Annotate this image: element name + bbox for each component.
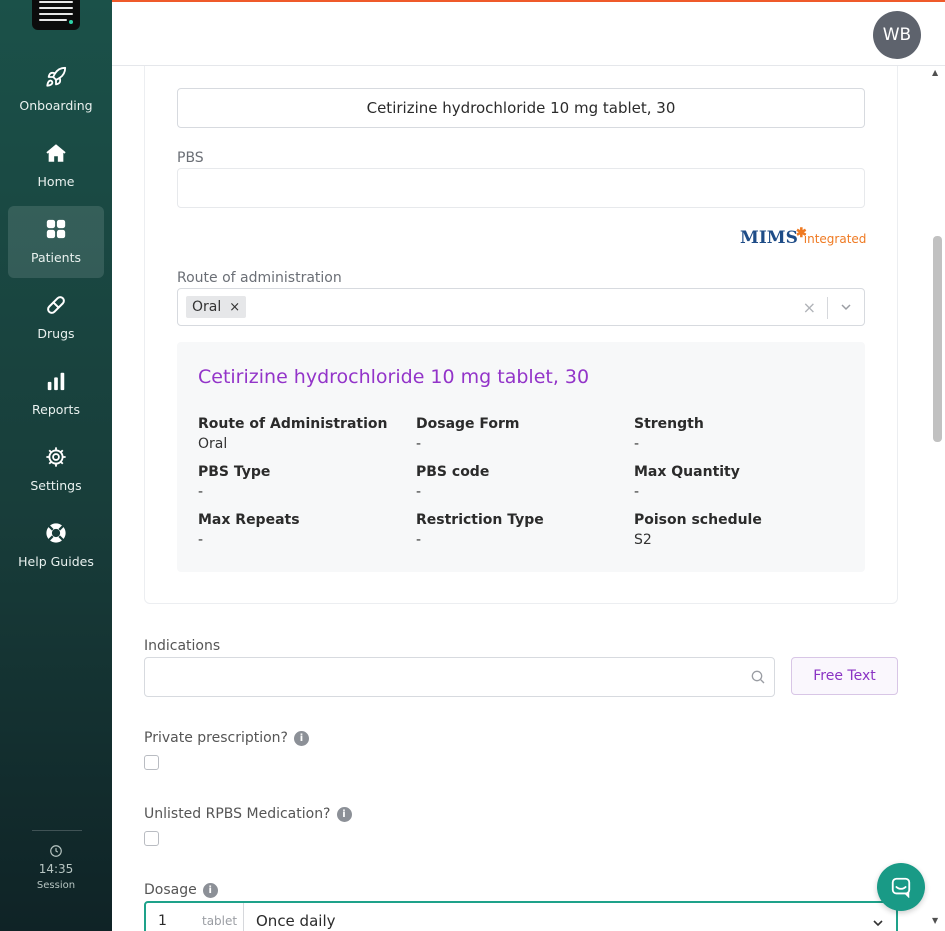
info-dosage-form: Dosage Form - (416, 416, 520, 452)
dosage-input-group: 1 tablet Once daily (144, 901, 898, 931)
private-prescription-checkbox[interactable] (144, 755, 159, 770)
chat-icon (891, 877, 911, 898)
tag-remove-icon[interactable]: × (229, 300, 240, 315)
clock-icon (0, 843, 112, 862)
info-icon[interactable]: i (202, 883, 218, 898)
mims-logo: MIMS✱integrated (740, 226, 867, 248)
sidebar: Onboarding Home Patients Drugs Reports S… (0, 0, 112, 931)
session-label: Session (36, 880, 76, 891)
info-restriction-type: Restriction Type - (416, 512, 544, 548)
scroll-down-icon[interactable]: ▼ (932, 916, 938, 925)
sidebar-item-drugs[interactable]: Drugs (8, 282, 104, 354)
dosage-unit: tablet (202, 914, 238, 928)
search-icon (751, 670, 765, 684)
dosage-quantity-input[interactable]: 1 (158, 913, 167, 929)
main-content: Cetirizine hydrochloride 10 mg tablet, 3… (112, 66, 933, 931)
select-divider (827, 297, 828, 319)
sidebar-item-label: Settings (30, 478, 82, 493)
sidebar-item-help-guides[interactable]: Help Guides (8, 510, 104, 582)
dosage-label: Dosage i (144, 882, 218, 898)
lifebuoy-icon (46, 523, 66, 543)
info-max-quantity: Max Quantity - (634, 464, 740, 500)
route-label: Route of administration (177, 270, 342, 286)
home-icon (46, 144, 66, 162)
info-pbs-code: PBS code - (416, 464, 490, 500)
chevron-down-icon[interactable] (838, 299, 854, 315)
dosage-frequency-select[interactable]: Once daily (256, 912, 335, 930)
drug-name-field[interactable]: Cetirizine hydrochloride 10 mg tablet, 3… (177, 88, 865, 128)
sidebar-item-settings[interactable]: Settings (8, 434, 104, 506)
clear-icon[interactable]: × (803, 298, 816, 317)
rocket-icon (46, 66, 67, 87)
info-title: Cetirizine hydrochloride 10 mg tablet, 3… (198, 366, 590, 388)
menu-icon[interactable] (32, 0, 80, 30)
sidebar-item-reports[interactable]: Reports (8, 358, 104, 430)
info-icon[interactable]: i (293, 731, 309, 746)
sidebar-item-label: Reports (32, 402, 80, 417)
route-select[interactable]: Oral × × (177, 288, 865, 326)
sidebar-item-onboarding[interactable]: Onboarding (8, 54, 104, 126)
info-poison-schedule: Poison schedule S2 (634, 512, 762, 548)
sidebar-item-label: Onboarding (19, 98, 93, 113)
route-tag: Oral × (186, 296, 247, 318)
chat-button[interactable] (877, 863, 925, 911)
scroll-up-icon[interactable]: ▲ (932, 68, 938, 77)
sidebar-item-label: Home (37, 174, 75, 189)
pbs-label: PBS (177, 150, 204, 166)
pbs-field[interactable] (177, 168, 865, 208)
unlisted-rpbs-checkbox[interactable] (144, 831, 159, 846)
sidebar-item-home[interactable]: Home (8, 130, 104, 202)
indications-input[interactable] (144, 657, 775, 697)
gear-icon (46, 447, 66, 467)
scrollbar-thumb[interactable] (933, 236, 942, 442)
info-icon[interactable]: i (336, 807, 352, 822)
chevron-down-icon[interactable] (870, 915, 886, 931)
info-pbs-type: PBS Type - (198, 464, 271, 500)
avatar[interactable]: WB (873, 11, 921, 59)
dosage-divider (243, 903, 244, 931)
info-strength: Strength - (634, 416, 704, 452)
private-prescription-label: Private prescription? i (144, 730, 309, 746)
session-time: 14:35 (38, 862, 74, 876)
bar-chart-icon (47, 372, 65, 391)
scrollbar-track[interactable] (933, 66, 945, 931)
sidebar-divider (32, 830, 82, 831)
drug-info-panel: Cetirizine hydrochloride 10 mg tablet, 3… (177, 342, 865, 572)
info-max-repeats: Max Repeats - (198, 512, 300, 548)
info-route: Route of Administration Oral (198, 416, 388, 452)
free-text-button[interactable]: Free Text (791, 657, 898, 695)
sidebar-item-label: Patients (30, 250, 82, 265)
top-header (112, 0, 945, 66)
sidebar-item-label: Help Guides (18, 554, 94, 569)
pill-icon (47, 296, 65, 314)
sidebar-item-patients[interactable]: Patients (8, 206, 104, 278)
grid-icon (46, 219, 66, 239)
indications-label: Indications (144, 638, 221, 654)
sidebar-item-label: Drugs (37, 326, 75, 341)
unlisted-rpbs-label: Unlisted RPBS Medication? i (144, 806, 352, 822)
